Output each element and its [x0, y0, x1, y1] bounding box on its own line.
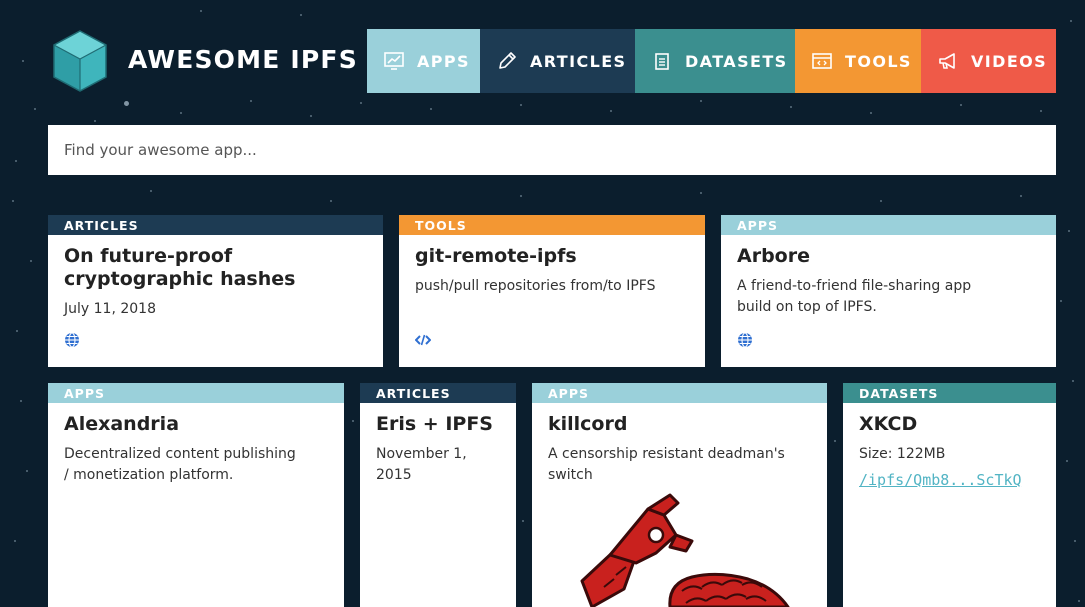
- nav-videos-label: VIDEOS: [971, 51, 1048, 71]
- card-category: ARTICLES: [48, 215, 383, 235]
- ipfs-hash-link[interactable]: /ipfs/Qmb8...ScTkQ: [859, 471, 1040, 489]
- globe-icon[interactable]: [64, 332, 80, 348]
- nav-datasets[interactable]: DATASETS: [635, 29, 795, 93]
- card-category: DATASETS: [843, 383, 1056, 403]
- pencil-icon: [496, 50, 518, 72]
- card-title[interactable]: Eris + IPFS: [376, 413, 500, 436]
- card-description: push/pull repositories from/to IPFS: [415, 278, 656, 294]
- nav-datasets-label: DATASETS: [685, 51, 788, 71]
- card-category: ARTICLES: [360, 383, 516, 403]
- card-description: A friend-to-friend file-sharing app buil…: [737, 278, 972, 315]
- card-size: Size: 122MB: [859, 446, 946, 462]
- card-category: TOOLS: [399, 215, 705, 235]
- globe-icon[interactable]: [737, 332, 753, 348]
- category-nav: APPS ARTICLES DATASETS TOOLS VIDEOS: [367, 29, 1056, 93]
- card-article[interactable]: ARTICLES Eris + IPFS November 1, 2015: [360, 383, 516, 607]
- card-title[interactable]: git-remote-ipfs: [415, 245, 689, 268]
- card-app[interactable]: APPS Alexandria Decentralized content pu…: [48, 383, 344, 607]
- nav-articles-label: ARTICLES: [530, 51, 627, 71]
- card-title[interactable]: Alexandria: [64, 413, 328, 436]
- card-app[interactable]: APPS killcord A censorship resistant dea…: [532, 383, 827, 607]
- card-description: A censorship resistant deadman's switch: [548, 446, 785, 483]
- card-date: July 11, 2018: [64, 301, 156, 317]
- nav-apps[interactable]: APPS: [367, 29, 480, 93]
- nav-tools-label: TOOLS: [845, 51, 912, 71]
- chart-monitor-icon: [383, 50, 405, 72]
- code-icon[interactable]: [415, 332, 431, 348]
- card-category: APPS: [532, 383, 827, 403]
- nav-videos[interactable]: VIDEOS: [921, 29, 1056, 93]
- card-title[interactable]: On future-proof cryptographic hashes: [64, 245, 367, 291]
- card-date: November 1, 2015: [376, 446, 467, 483]
- nav-tools[interactable]: TOOLS: [795, 29, 921, 93]
- card-app[interactable]: APPS Arbore A friend-to-friend file-shar…: [721, 215, 1056, 367]
- card-description: Decentralized content publishing / monet…: [64, 446, 296, 483]
- brand-title[interactable]: AWESOME IPFS: [128, 44, 358, 76]
- card-category: APPS: [721, 215, 1056, 235]
- card-title[interactable]: Arbore: [737, 245, 1040, 268]
- card-tool[interactable]: TOOLS git-remote-ipfs push/pull reposito…: [399, 215, 705, 367]
- card-dataset[interactable]: DATASETS XKCD Size: 122MB /ipfs/Qmb8...S…: [843, 383, 1056, 607]
- code-window-icon: [811, 50, 833, 72]
- card-title[interactable]: XKCD: [859, 413, 1040, 436]
- card-title[interactable]: killcord: [548, 413, 811, 436]
- nav-articles[interactable]: ARTICLES: [480, 29, 635, 93]
- card-article[interactable]: ARTICLES On future-proof cryptographic h…: [48, 215, 383, 367]
- nav-apps-label: APPS: [417, 51, 470, 71]
- documents-icon: [651, 50, 673, 72]
- killcord-logo-image: [580, 493, 790, 607]
- awesome-ipfs-cube-logo[interactable]: [52, 29, 108, 93]
- search-input[interactable]: [48, 125, 1056, 175]
- card-category: APPS: [48, 383, 344, 403]
- megaphone-icon: [937, 50, 959, 72]
